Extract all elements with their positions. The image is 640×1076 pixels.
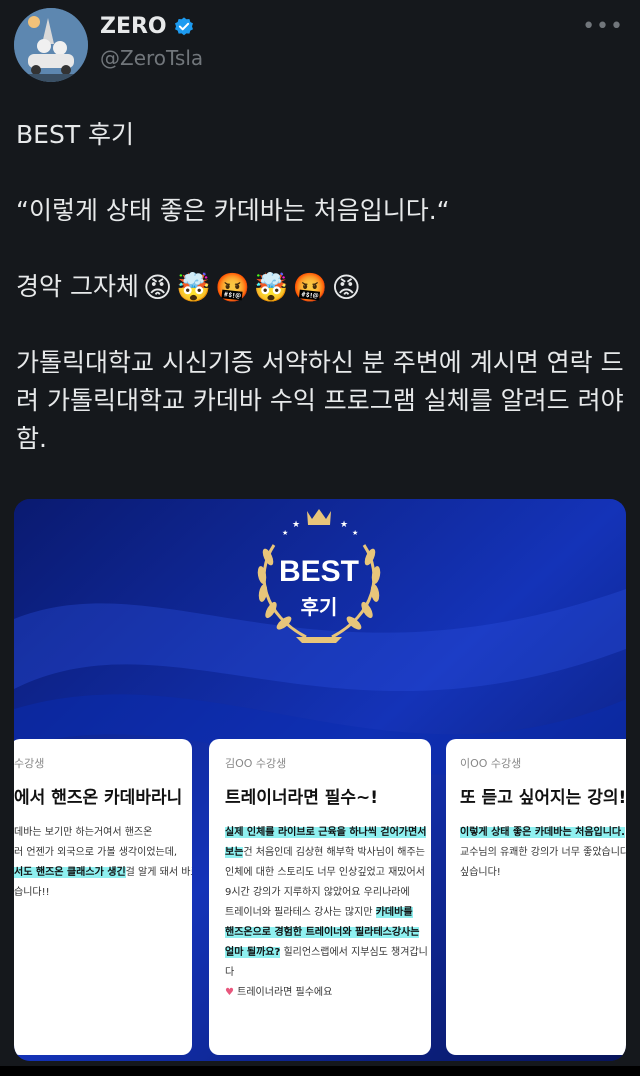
review-body: 실제 인체를 라이브로 근육을 하나씩 걷어가면서 보는건 처음인데 김상현 해… <box>225 827 428 998</box>
review-card-1: 수강생 에서 핸즈온 카데바라니 데바는 보기만 하는거여서 핸즈온 러 언젠가… <box>14 739 192 1055</box>
author-name-text: ZERO <box>100 14 167 39</box>
angry-face-icon: 😡 <box>331 271 361 304</box>
tweet-header: ZERO @ZeroTsla ••• <box>0 0 640 90</box>
tweet-line-3: 경악 그자체 😡 🤯 🤬 🤯 🤬 😡 <box>16 268 626 306</box>
verified-badge-icon <box>174 16 193 35</box>
tweet-media-image[interactable]: ★ ★ ★ ★ BEST 후기 수강생 에서 핸즈온 카데바라니 데바는 보기만… <box>14 499 626 1061</box>
tweet-line-3-text: 경악 그자체 <box>16 272 139 301</box>
review-student: 김OO 수강생 <box>225 757 287 770</box>
best-review-badge: ★ ★ ★ ★ BEST 후기 <box>244 505 394 655</box>
review-title: 에서 핸즈온 카데바라니 <box>14 788 183 808</box>
author-name[interactable]: ZERO <box>100 14 195 39</box>
review-title: 또 듣고 싶어지는 강의! <box>460 788 626 808</box>
tweet-line-4: 가톨릭대학교 시신기증 서약하신 분 주변에 계시면 연락 드려 가톨릭대학교 … <box>16 348 624 453</box>
avatar[interactable] <box>14 8 88 82</box>
badge-title: BEST <box>278 555 359 588</box>
review-card-2: 김OO 수강생 트레이너라면 필수~! 실제 인체를 라이브로 근육을 하나씩 … <box>209 739 431 1055</box>
badge-subtitle: 후기 <box>300 595 338 619</box>
review-body: 데바는 보기만 하는거여서 핸즈온 러 언젠가 외국으로 가볼 생각이었는데, … <box>14 827 192 898</box>
exploding-head-icon: 🤯 <box>176 271 212 304</box>
exploding-head-icon: 🤯 <box>253 271 289 304</box>
review-student: 수강생 <box>14 757 45 770</box>
tweet-line-1: BEST 후기 <box>16 120 135 149</box>
cursing-face-icon: 🤬 <box>292 271 328 304</box>
svg-text:★: ★ <box>292 520 300 530</box>
more-options-icon[interactable]: ••• <box>582 14 624 39</box>
review-card-3: 이OO 수강생 또 듣고 싶어지는 강의! 이렇게 상태 좋은 카데바는 처음입… <box>446 739 626 1055</box>
tweet-text: BEST 후기 “이렇게 상태 좋은 카데바는 처음입니다.“ 경악 그자체 😡… <box>16 116 626 458</box>
heart-icon: ♥ <box>225 987 234 998</box>
angry-face-icon: 😡 <box>142 271 173 304</box>
emoji-row: 😡 🤯 🤬 🤯 🤬 😡 <box>143 273 361 303</box>
review-body: 이렇게 상태 좋은 카데바는 처음입니다. 김상 교수님의 유쾌한 강의가 너무… <box>460 827 626 878</box>
review-title: 트레이너라면 필수~! <box>225 788 379 808</box>
svg-text:★: ★ <box>352 529 358 537</box>
avatar-illustration-icon <box>14 8 88 82</box>
review-student: 이OO 수강생 <box>460 757 522 770</box>
tweet-line-2: “이렇게 상태 좋은 카데바는 처음입니다.“ <box>16 196 450 225</box>
author-handle[interactable]: @ZeroTsla <box>100 46 203 70</box>
cursing-face-icon: 🤬 <box>215 271 250 304</box>
svg-text:★: ★ <box>282 529 288 537</box>
bottom-divider <box>0 1066 640 1076</box>
svg-text:★: ★ <box>340 520 348 530</box>
